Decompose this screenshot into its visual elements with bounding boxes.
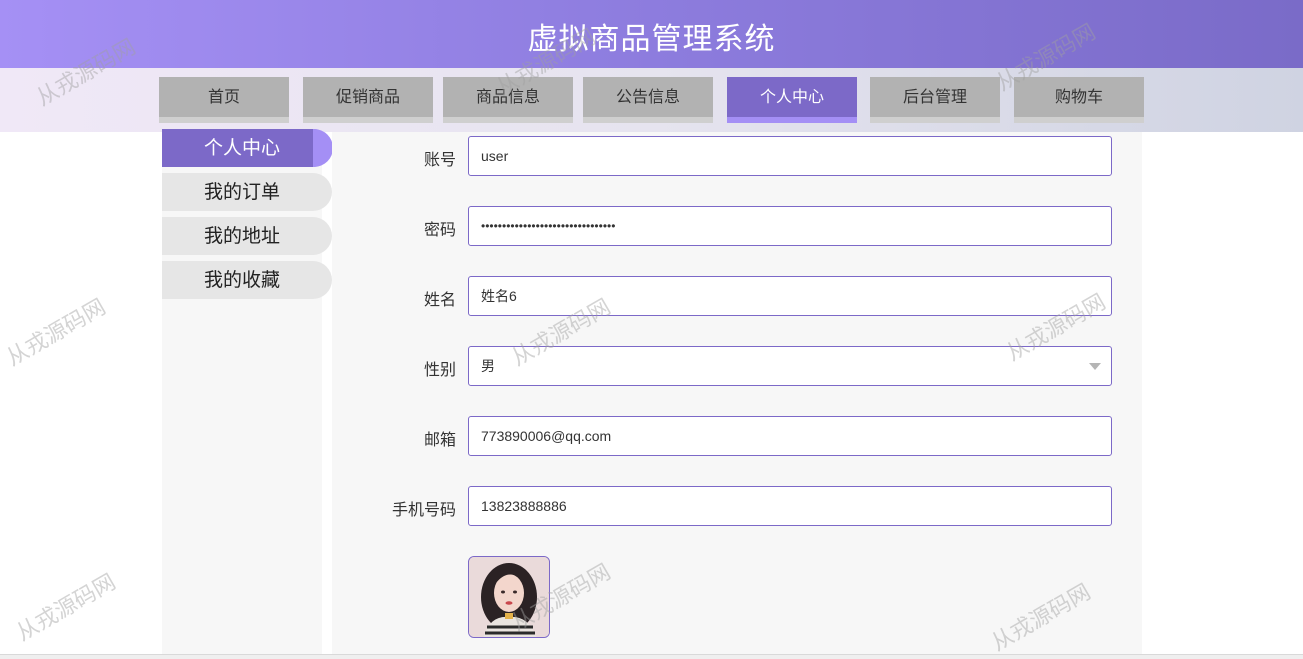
watermark: 从戎源码网 <box>12 569 121 647</box>
nav-promotions[interactable]: 促销商品 <box>303 77 433 123</box>
nav-admin[interactable]: 后台管理 <box>870 77 1000 123</box>
phone-label: 手机号码 <box>391 500 456 519</box>
chevron-down-icon <box>1089 363 1101 370</box>
phone-field[interactable]: 13823888886 <box>468 486 1112 526</box>
name-field[interactable]: 姓名6 <box>468 276 1112 316</box>
profile-form: 账号 user 密码 •••••••••••••••••••••••••••••… <box>332 132 1142 654</box>
name-label: 姓名 <box>423 290 456 309</box>
avatar-photo <box>469 557 549 637</box>
sidebar-item-orders[interactable]: 我的订单 <box>162 173 332 211</box>
nav-announcements[interactable]: 公告信息 <box>583 77 713 123</box>
sidebar-item-label: 个人中心 <box>203 137 280 159</box>
gender-selected-value: 男 <box>481 358 495 374</box>
password-label: 密码 <box>423 220 456 239</box>
sidebar-item-personal-center[interactable]: 个人中心 <box>162 129 333 167</box>
nav-home[interactable]: 首页 <box>159 77 289 123</box>
sidebar-item-addresses[interactable]: 我的地址 <box>162 217 332 255</box>
gender-label: 性别 <box>423 360 456 379</box>
sidebar-item-label: 我的地址 <box>203 225 280 247</box>
sidebar-item-label: 我的收藏 <box>203 269 280 291</box>
sidebar: 个人中心 我的订单 我的地址 我的收藏 <box>162 129 333 654</box>
email-field[interactable]: 773890006@qq.com <box>468 416 1112 456</box>
nav-cart[interactable]: 购物车 <box>1014 77 1144 123</box>
account-field[interactable]: user <box>468 136 1112 176</box>
sidebar-item-favorites[interactable]: 我的收藏 <box>162 261 332 299</box>
gender-select[interactable]: 男 <box>468 346 1112 386</box>
sidebar-item-label: 我的订单 <box>203 181 280 203</box>
page-title: 虚拟商品管理系统 <box>527 22 776 57</box>
page-bottom-border <box>0 654 1303 659</box>
watermark: 从戎源码网 <box>2 294 111 372</box>
account-label: 账号 <box>423 150 456 169</box>
password-field[interactable]: •••••••••••••••••••••••••••••••• <box>468 206 1112 246</box>
nav-products[interactable]: 商品信息 <box>443 77 573 123</box>
email-label: 邮箱 <box>423 430 456 449</box>
header: 虚拟商品管理系统 <box>0 0 1303 68</box>
top-navigation: 首页 促销商品 商品信息 公告信息 个人中心 后台管理 购物车 <box>0 68 1303 132</box>
avatar-upload[interactable] <box>468 556 550 638</box>
nav-personal-center[interactable]: 个人中心 <box>727 77 857 123</box>
